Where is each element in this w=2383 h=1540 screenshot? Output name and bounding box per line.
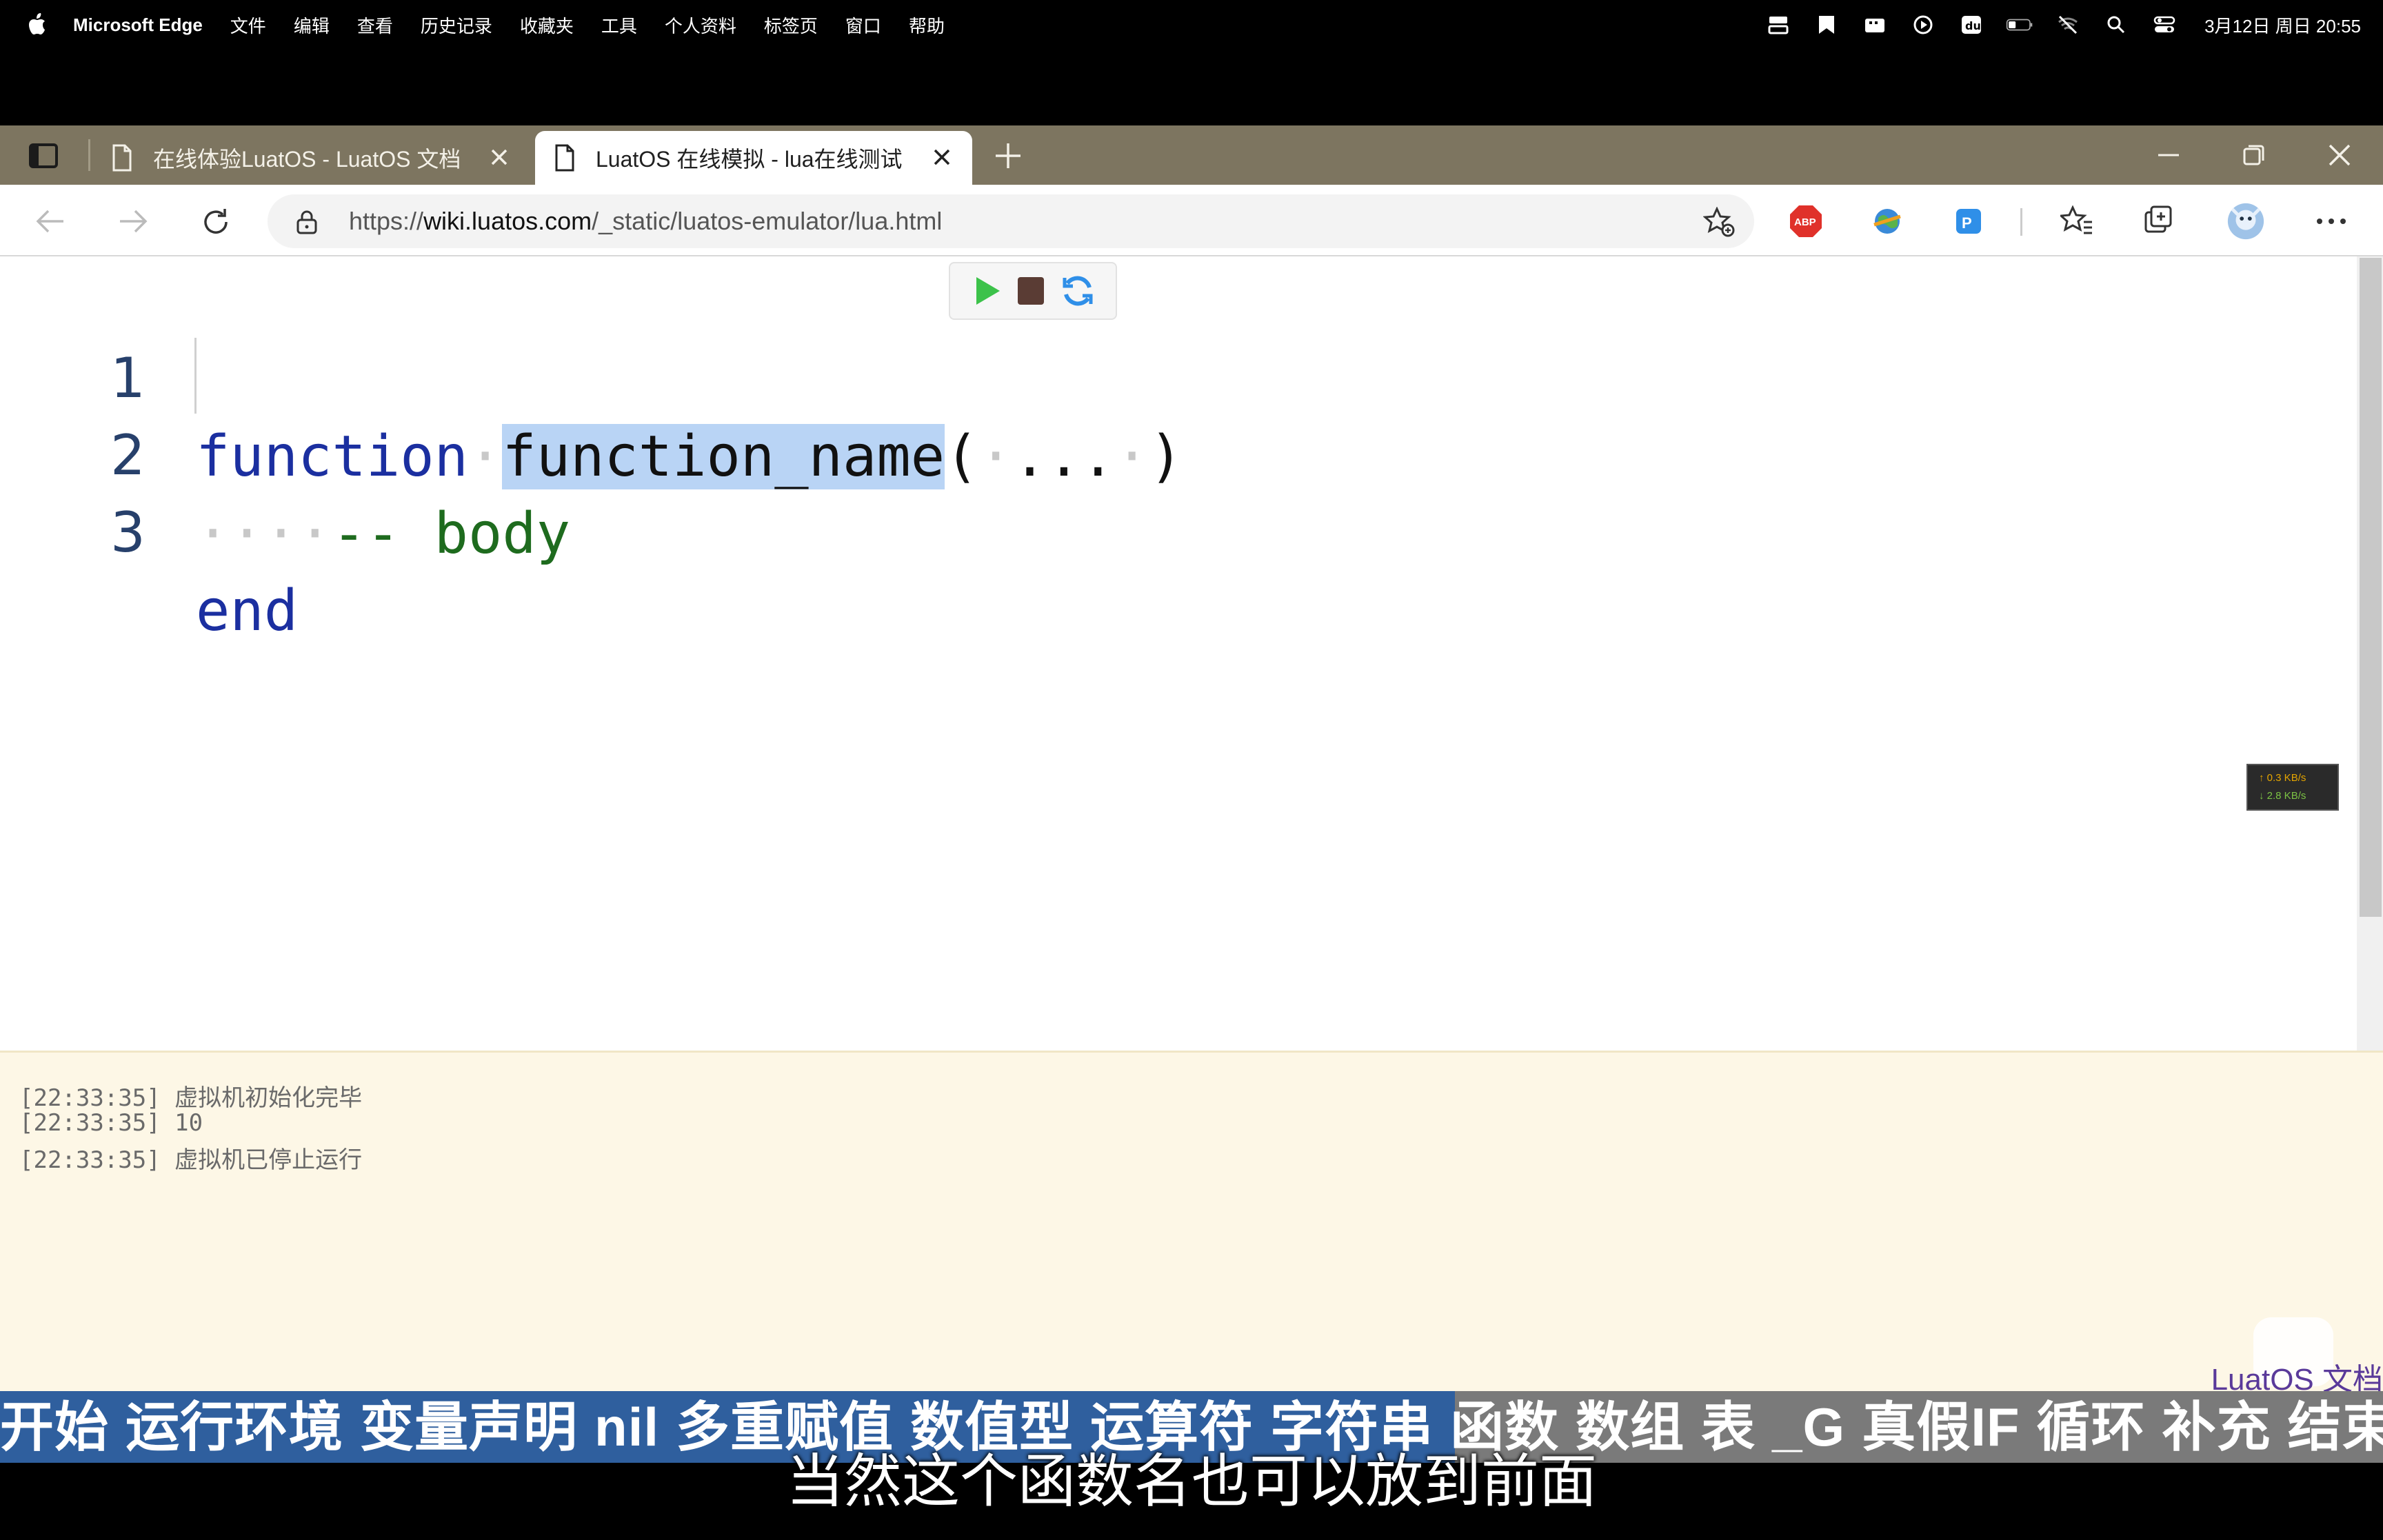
menu-app-name[interactable]: Microsoft Edge [73, 14, 217, 36]
comment: -- body [332, 501, 571, 567]
lock-icon[interactable] [295, 210, 319, 234]
svg-text:ABP: ABP [1794, 216, 1816, 228]
status-area: du 3月12日 周日 20:55 [1764, 0, 2361, 50]
profile-avatar[interactable] [2226, 201, 2266, 241]
svg-text:P: P [1962, 214, 1972, 232]
minimize-window-icon[interactable] [2153, 139, 2184, 171]
log-line: [22:33:35] 虚拟机初始化完毕 [19, 1084, 363, 1112]
code-line-1[interactable]: 1 function·function_name(·...·) [0, 261, 2344, 489]
reload-icon[interactable] [1059, 272, 1096, 310]
code-line-3[interactable]: 3 end [0, 415, 2344, 644]
spotlight-search-icon[interactable] [2102, 14, 2130, 35]
url-text[interactable]: https://wiki.luatos.com/_static/luatos-e… [349, 207, 942, 236]
tab-luatos-emulator[interactable]: LuatOS 在线模拟 - lua在线测试 [535, 131, 972, 185]
translate-extension-icon[interactable]: P [1949, 201, 1989, 241]
play-circle-icon[interactable] [1909, 14, 1937, 35]
indent-whitespace-dots: ···· [196, 501, 332, 567]
restore-window-icon[interactable] [2238, 139, 2270, 171]
code-text[interactable]: end [196, 572, 298, 651]
refresh-icon [204, 209, 228, 234]
collections-button[interactable] [2139, 201, 2179, 241]
more-dots-icon [2317, 219, 2346, 224]
new-tab-plus-icon[interactable] [993, 141, 1023, 171]
upload-speed: ↑ 0.3 KB/s [2259, 772, 2306, 784]
adblock-plus-icon[interactable]: ABP [1786, 201, 1826, 241]
log-line: [22:33:35] 虚拟机已停止运行 [19, 1146, 363, 1174]
url-host: wiki.luatos.com [423, 207, 592, 235]
download-speed: ↓ 2.8 KB/s [2259, 790, 2306, 802]
menubar-clock[interactable]: 3月12日 周日 20:55 [2204, 12, 2361, 38]
menu-help[interactable]: 帮助 [895, 12, 958, 38]
bookmark-app-icon[interactable] [1813, 14, 1840, 35]
menu-history[interactable]: 历史记录 [407, 12, 506, 38]
tab-separator [88, 139, 90, 171]
toolbar-separator [2020, 208, 2022, 236]
address-bar[interactable]: https://wiki.luatos.com/_static/luatos-e… [268, 194, 1754, 248]
url-path: /_static/luatos-emulator/lua.html [592, 207, 943, 235]
macos-menu-bar: Microsoft Edge 文件 编辑 查看 历史记录 收藏夹 工具 个人资料… [0, 0, 2383, 50]
apple-logo-icon[interactable] [28, 12, 47, 36]
back-arrow-icon [36, 210, 63, 233]
close-tab-icon[interactable] [929, 145, 954, 170]
menu-profiles[interactable]: 个人资料 [651, 12, 750, 38]
keyword-end: end [196, 578, 299, 644]
svg-text:du: du [1965, 19, 1981, 32]
tab-actions-icon[interactable] [26, 141, 61, 171]
battery-icon[interactable] [2006, 14, 2033, 35]
scrollbar-thumb[interactable] [2360, 258, 2382, 917]
avatar-icon [2227, 203, 2264, 240]
refresh-button[interactable] [197, 203, 234, 240]
code-editor[interactable]: 1 function·function_name(·...·) 2 ····--… [0, 256, 2383, 1051]
code-line-2[interactable]: 2 ····-- body [0, 338, 2344, 567]
tab-luatos-docs[interactable]: 在线体验LuatOS - LuatOS 文档 [109, 131, 530, 185]
more-menu-button[interactable] [2311, 201, 2351, 241]
menu-view[interactable]: 查看 [343, 12, 407, 38]
du-app-icon[interactable]: du [1958, 14, 1985, 35]
forward-button[interactable] [114, 203, 152, 240]
tab-title: LuatOS 在线模拟 - lua在线测试 [596, 147, 903, 172]
menu-file[interactable]: 文件 [217, 12, 280, 38]
menu-items: Microsoft Edge 文件 编辑 查看 历史记录 收藏夹 工具 个人资料… [73, 0, 958, 50]
menu-favorites[interactable]: 收藏夹 [506, 12, 587, 38]
add-favorite-icon[interactable] [1703, 207, 1735, 237]
clapper-icon[interactable] [1861, 14, 1889, 35]
menu-tools[interactable]: 工具 [587, 12, 651, 38]
editor-scrollbar[interactable] [2357, 256, 2383, 1051]
log-line: [22:33:35] 10 [19, 1109, 203, 1137]
page-icon [555, 144, 574, 172]
page-icon [112, 144, 132, 172]
video-subtitle: 当然这个函数名也可以放到前面 [785, 1449, 1597, 1514]
navigation-bar: https://wiki.luatos.com/_static/luatos-e… [0, 185, 2383, 256]
favorites-star-icon [2060, 205, 2092, 234]
line-number: 3 [110, 500, 145, 565]
globe-extension-icon[interactable] [1867, 201, 1907, 241]
control-center-icon[interactable] [2151, 14, 2178, 35]
close-window-icon[interactable] [2324, 139, 2355, 171]
menu-tabs[interactable]: 标签页 [750, 12, 832, 38]
collections-icon [2144, 205, 2172, 233]
network-speed-widget: ↑ 0.3 KB/s ↓ 2.8 KB/s [2246, 764, 2339, 811]
wifi-off-icon[interactable] [2054, 14, 2082, 35]
favorites-button[interactable] [2058, 201, 2098, 241]
menu-window[interactable]: 窗口 [832, 12, 895, 38]
code-text[interactable]: ····-- body [196, 495, 570, 574]
run-play-icon[interactable] [972, 274, 1003, 307]
menu-edit[interactable]: 编辑 [280, 12, 343, 38]
run-toolbar [949, 262, 1117, 320]
forward-arrow-icon [120, 210, 148, 233]
back-button[interactable] [32, 203, 69, 240]
tab-title: 在线体验LuatOS - LuatOS 文档 [153, 147, 461, 172]
stage-manager-icon[interactable] [1764, 14, 1792, 35]
output-console: [22:33:35] 虚拟机初始化完毕 [22:33:35] 10 [22:33… [0, 1051, 2383, 1397]
close-tab-icon[interactable] [487, 145, 512, 170]
url-scheme: https:// [349, 207, 424, 235]
tab-strip: 在线体验LuatOS - LuatOS 文档 LuatOS 在线模拟 - lua… [0, 125, 2383, 185]
stop-square-icon[interactable] [1015, 274, 1047, 307]
